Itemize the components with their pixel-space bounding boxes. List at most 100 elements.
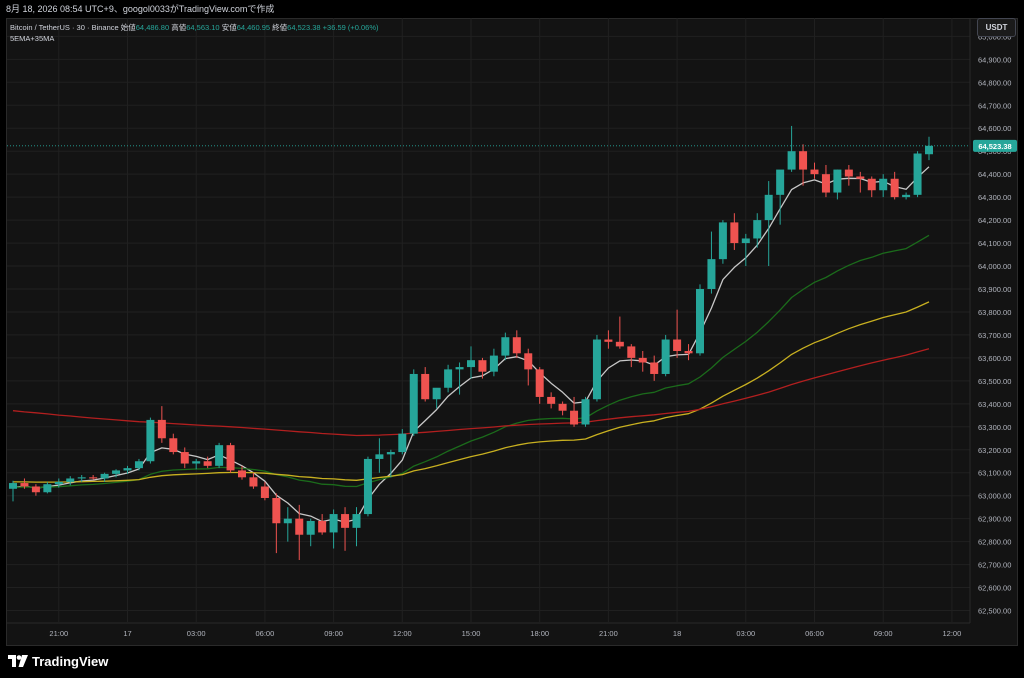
symbol-name[interactable]: Bitcoin / TetherUS · 30 · Binance	[10, 23, 119, 32]
candle-body[interactable]	[375, 454, 384, 459]
candle-body[interactable]	[581, 399, 590, 425]
candle-body[interactable]	[592, 339, 601, 400]
candle-body[interactable]	[753, 220, 762, 239]
candle-body[interactable]	[43, 484, 52, 493]
close-value: 64,523.38	[287, 23, 321, 32]
candle-body[interactable]	[501, 337, 510, 356]
candle-body[interactable]	[787, 151, 796, 170]
price-chart-svg[interactable]: 62,500.00 62,600.00 62,700.00 62,800.00 62,9…	[0, 0, 1024, 646]
candle-body[interactable]	[363, 458, 372, 515]
candle-body[interactable]	[661, 339, 670, 374]
x-tick-label: 12:00	[943, 629, 962, 638]
y-tick-label: 63,700.00	[978, 331, 1011, 340]
candle-body[interactable]	[238, 470, 246, 478]
x-tick-label: 06:00	[256, 629, 275, 638]
tradingview-logo[interactable]: TradingView	[8, 651, 108, 671]
candle-body[interactable]	[696, 288, 704, 354]
candle-body[interactable]	[925, 145, 933, 155]
candle-body[interactable]	[215, 445, 224, 466]
candle-body[interactable]	[272, 497, 281, 524]
candle-body[interactable]	[249, 477, 258, 487]
candle-body[interactable]	[444, 369, 453, 388]
x-tick-label: 09:00	[874, 629, 893, 638]
candle-body[interactable]	[570, 410, 579, 425]
candle-body[interactable]	[318, 520, 327, 533]
candle-body[interactable]	[112, 470, 121, 474]
candle-body[interactable]	[890, 178, 899, 198]
high-value: 64,563.10	[186, 23, 220, 32]
candle-body[interactable]	[180, 452, 189, 464]
tradingview-logo-icon	[8, 655, 28, 667]
candle-body[interactable]	[718, 222, 727, 260]
candle-body[interactable]	[455, 367, 464, 370]
candle-body[interactable]	[89, 477, 98, 479]
candle-body[interactable]	[638, 357, 647, 363]
candle-body[interactable]	[123, 468, 132, 471]
candle-body[interactable]	[879, 178, 888, 191]
candle-body[interactable]	[764, 194, 773, 221]
candle-body[interactable]	[799, 151, 808, 170]
candle-body[interactable]	[386, 452, 395, 455]
candle-body[interactable]	[260, 486, 269, 498]
candle-body[interactable]	[226, 445, 235, 471]
candle-body[interactable]	[558, 403, 567, 411]
candle-body[interactable]	[730, 222, 739, 244]
high-label: 高値	[171, 23, 187, 32]
candle-body[interactable]	[9, 483, 17, 489]
candle-body[interactable]	[512, 337, 521, 354]
candle-body[interactable]	[615, 341, 624, 347]
candle-body[interactable]	[547, 396, 556, 404]
candle-body[interactable]	[902, 194, 911, 198]
currency-button[interactable]: USDT	[977, 18, 1016, 37]
y-tick-label: 64,200.00	[978, 216, 1011, 225]
indicator-legend[interactable]: 5EMA+35MA	[10, 33, 379, 44]
candle-body[interactable]	[421, 373, 430, 400]
candle-body[interactable]	[66, 478, 75, 482]
candle-body[interactable]	[867, 178, 876, 191]
y-tick-label: 64,100.00	[978, 239, 1011, 248]
y-tick-label: 63,800.00	[978, 308, 1011, 317]
candle-body[interactable]	[306, 520, 315, 535]
candle-body[interactable]	[776, 169, 785, 195]
candle-body[interactable]	[650, 362, 659, 374]
candle-body[interactable]	[844, 169, 853, 177]
candle-body[interactable]	[409, 373, 418, 434]
candle-body[interactable]	[810, 169, 819, 175]
candle-body[interactable]	[524, 353, 533, 370]
candle-body[interactable]	[478, 360, 487, 372]
candle-body[interactable]	[146, 419, 155, 462]
y-tick-label: 64,600.00	[978, 124, 1011, 133]
candle-body[interactable]	[329, 514, 338, 533]
candle-body[interactable]	[833, 169, 842, 193]
candle-body[interactable]	[432, 387, 441, 400]
candle-body[interactable]	[100, 473, 109, 479]
candle-body[interactable]	[398, 433, 407, 453]
candle-body[interactable]	[77, 477, 86, 479]
candle-body[interactable]	[604, 339, 613, 342]
candle-body[interactable]	[295, 518, 304, 535]
y-tick-label: 64,900.00	[978, 55, 1011, 64]
low-value: 64,460.95	[236, 23, 271, 32]
candle-body[interactable]	[54, 481, 63, 485]
candle-body[interactable]	[134, 461, 143, 469]
candle-body[interactable]	[856, 176, 865, 179]
candle-body[interactable]	[684, 351, 693, 354]
candle-body[interactable]	[192, 461, 201, 464]
candle-body[interactable]	[535, 369, 544, 397]
candle-body[interactable]	[157, 419, 166, 439]
candle-body[interactable]	[467, 360, 475, 368]
candle-body[interactable]	[707, 259, 716, 289]
candle-body[interactable]	[913, 153, 922, 195]
candle-body[interactable]	[20, 483, 29, 487]
candle-body[interactable]	[283, 518, 292, 524]
candle-body[interactable]	[741, 238, 750, 244]
candle-body[interactable]	[821, 174, 830, 193]
candle-body[interactable]	[489, 355, 498, 372]
candle-body[interactable]	[627, 346, 636, 358]
candle-body[interactable]	[169, 438, 178, 453]
candle-body[interactable]	[31, 486, 40, 493]
candle-body[interactable]	[203, 461, 212, 466]
candle-body[interactable]	[673, 339, 682, 352]
candle-body[interactable]	[341, 514, 350, 528]
candle-body[interactable]	[352, 514, 361, 528]
